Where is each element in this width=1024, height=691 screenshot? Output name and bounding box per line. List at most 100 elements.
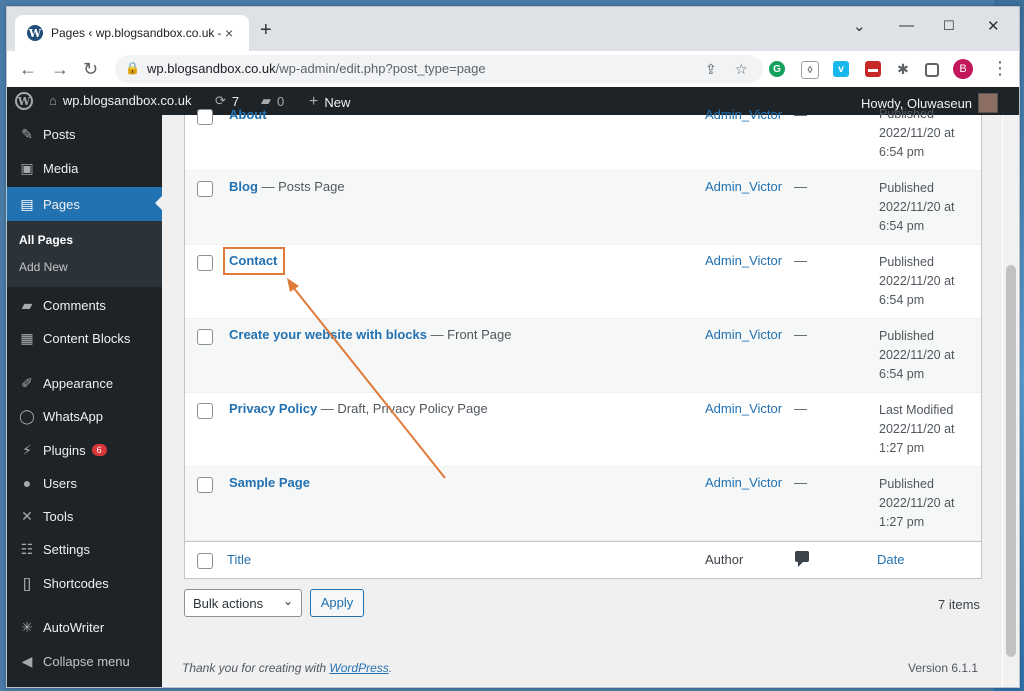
site-name-link[interactable]: ⌂ wp.blogsandbox.co.uk (49, 93, 192, 108)
column-date-sort[interactable]: Date (877, 552, 904, 567)
page-title-link[interactable]: Blog (229, 179, 258, 194)
puzzle-extensions-icon[interactable]: ✱ (895, 61, 911, 77)
grammarly-extension-icon[interactable]: G (769, 61, 785, 77)
sidebar-item-media[interactable]: ▣ Media (7, 153, 162, 183)
sidebar-item-posts[interactable]: ✎ Posts (7, 119, 162, 149)
forward-arrow-icon[interactable]: → (51, 59, 69, 80)
table-footer: Title Author Date (185, 541, 981, 578)
side-panel-icon[interactable] (925, 63, 939, 77)
page-title-link[interactable]: Privacy Policy (229, 401, 317, 416)
maximize-icon[interactable]: ☐ (943, 18, 955, 34)
row-author[interactable]: Admin_Victor (705, 401, 782, 416)
title-state: — Draft, Privacy Policy Page (317, 401, 488, 416)
sidebar-item-users[interactable]: ● Users (7, 468, 162, 498)
blocks-icon: ▦ (20, 329, 34, 346)
vimeo-extension-icon[interactable]: v (833, 61, 849, 77)
submenu-all-pages[interactable]: All Pages (19, 233, 73, 247)
tab-search-chevron-icon[interactable]: ⌄ (853, 17, 866, 35)
pages-submenu: All Pages Add New (7, 221, 162, 287)
sidebar-item-tools[interactable]: ✕ Tools (7, 501, 162, 531)
tab-close-icon[interactable]: × (225, 25, 233, 41)
browser-tab[interactable]: W Pages ‹ wp.blogsandbox.co.uk — × (15, 15, 249, 51)
version-text: Version 6.1.1 (908, 661, 979, 675)
row-comments: — (794, 401, 807, 416)
back-arrow-icon[interactable]: ← (19, 59, 37, 80)
tab-strip: W Pages ‹ wp.blogsandbox.co.uk — × + ⌄ —… (7, 7, 1019, 51)
sidebar-item-plugins[interactable]: ⚡ Plugins 6 (7, 435, 162, 465)
settings-icon: ☷ (20, 540, 34, 557)
red-extension-icon[interactable]: ▬ (865, 61, 881, 77)
submenu-add-new[interactable]: Add New (19, 260, 68, 274)
chevron-down-icon: ⌄ (282, 594, 293, 608)
row-author[interactable]: Admin_Victor (705, 475, 782, 490)
comments-count: 0 (277, 93, 285, 109)
apply-button[interactable]: Apply (310, 589, 364, 617)
scroll-thumb[interactable] (1006, 265, 1016, 657)
row-comments: — (794, 475, 807, 490)
pages-icon: ▤ (20, 195, 34, 212)
row-date: Published 2022/11/20 at 6:54 pm (879, 255, 955, 307)
sidebar-item-autowriter[interactable]: ✳ AutoWriter (7, 612, 162, 642)
sidebar-item-label: Pages (43, 196, 80, 212)
sidebar-item-shortcodes[interactable]: [] Shortcodes (7, 568, 162, 598)
collapse-menu-button[interactable]: ◀ Collapse menu (7, 646, 162, 676)
address-bar[interactable]: 🔒 wp.blogsandbox.co.uk/wp-admin/edit.php… (115, 55, 763, 83)
bookmark-star-icon[interactable]: ☆ (735, 61, 748, 78)
row-checkbox[interactable] (197, 477, 213, 493)
row-date: Published 2022/11/20 at 6:54 pm (879, 329, 955, 381)
sidebar-item-comments[interactable]: ▰ Comments (7, 290, 162, 320)
row-author[interactable]: Admin_Victor (705, 179, 782, 194)
profile-avatar[interactable]: B (953, 59, 973, 79)
wordpress-link[interactable]: WordPress (329, 661, 388, 675)
row-author[interactable]: Admin_Victor (705, 253, 782, 268)
sidebar-item-label: Tools (43, 508, 74, 524)
table-row: Create your website with blocks — Front … (185, 319, 981, 393)
row-checkbox[interactable] (197, 329, 213, 345)
sidebar-item-settings[interactable]: ☷ Settings (7, 534, 162, 564)
items-count: 7 items (938, 597, 980, 612)
bulk-actions-select[interactable]: Bulk actions ⌄ (184, 589, 302, 617)
close-window-icon[interactable]: ✕ (987, 17, 1000, 35)
new-tab-button[interactable]: + (260, 19, 272, 42)
title-state: — Posts Page (257, 179, 345, 194)
new-content-link[interactable]: + New (309, 93, 350, 111)
sidebar-item-label: Comments (43, 297, 106, 313)
page-title-link[interactable]: Sample Page (229, 475, 310, 490)
column-title-sort[interactable]: Title (227, 552, 251, 567)
reload-icon[interactable]: ↻ (83, 59, 98, 80)
row-author[interactable]: Admin_Victor (705, 107, 782, 122)
sidebar-item-appearance[interactable]: ✐ Appearance (7, 368, 162, 398)
page-title-link[interactable]: Contact (229, 253, 277, 268)
page-title-link[interactable]: Create your website with blocks (229, 327, 427, 342)
sidebar-item-label: WhatsApp (43, 408, 103, 424)
sidebar-item-whatsapp[interactable]: ◯ WhatsApp (7, 401, 162, 431)
share-icon[interactable]: ⇪ (705, 61, 717, 78)
page-scrollbar[interactable] (1003, 115, 1019, 687)
sidebar-item-label: Users (43, 475, 77, 491)
new-label: New (324, 94, 351, 110)
table-row: About Admin_Victor — Published 2022/11/20… (185, 107, 981, 171)
row-title: Create your website with blocks — Front … (229, 327, 512, 342)
row-checkbox[interactable] (197, 403, 213, 419)
row-date: Published 2022/11/20 at 1:27 pm (879, 477, 955, 529)
sidebar-item-label: Settings (43, 541, 90, 557)
page-title-link[interactable]: About (229, 107, 267, 122)
select-all-checkbox[interactable] (197, 553, 213, 569)
table-row: Contact Admin_Victor — Published 2022/11/… (185, 245, 981, 319)
table-row: Sample Page Admin_Victor — Published 2022… (185, 467, 981, 541)
row-checkbox[interactable] (197, 181, 213, 197)
wp-logo[interactable]: W (15, 92, 33, 110)
row-checkbox[interactable] (197, 109, 213, 125)
shield-extension-icon[interactable]: ◊ (801, 61, 819, 79)
table-row: Privacy Policy — Draft, Privacy Policy P… (185, 393, 981, 467)
sidebar-item-label: Shortcodes (43, 575, 109, 591)
row-checkbox[interactable] (197, 255, 213, 271)
pages-table: About Admin_Victor — Published 2022/11/20… (184, 107, 982, 579)
sidebar-item-pages[interactable]: ▤ Pages (7, 187, 163, 221)
row-comments: — (794, 327, 807, 342)
wp-admin-bar: W ⌂ wp.blogsandbox.co.uk ⟳ 7 ▰ 0 + New H… (7, 87, 1019, 115)
more-menu-icon[interactable]: ⋮ (991, 58, 1009, 79)
sidebar-item-content-blocks[interactable]: ▦ Content Blocks (7, 323, 162, 353)
row-author[interactable]: Admin_Victor (705, 327, 782, 342)
minimize-icon[interactable]: — (899, 17, 914, 34)
